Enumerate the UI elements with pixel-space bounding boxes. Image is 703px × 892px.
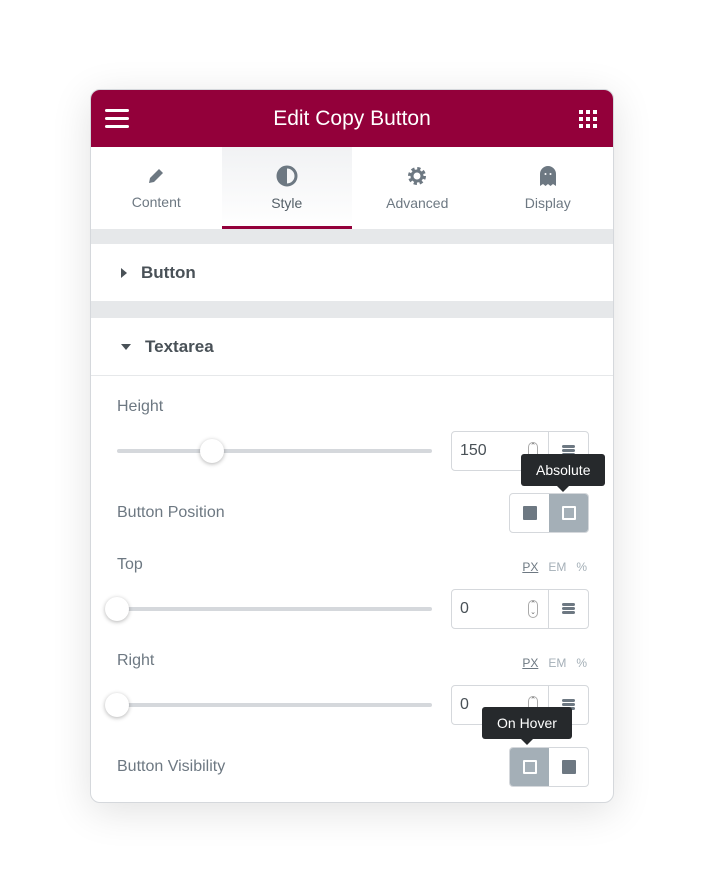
on-hover-option[interactable] xyxy=(510,748,549,786)
spinner-icon[interactable]: ⌃ ⌄ xyxy=(528,696,538,714)
half-circle-icon xyxy=(276,165,298,187)
unit-percent[interactable]: % xyxy=(576,560,587,574)
divider xyxy=(91,229,613,244)
tab-bar: Content Style Advanced Display xyxy=(91,147,613,229)
panel-header: Edit Copy Button xyxy=(91,90,613,147)
panel-title: Edit Copy Button xyxy=(273,106,431,130)
unit-px[interactable]: PX xyxy=(522,560,538,574)
unit-em[interactable]: EM xyxy=(548,560,566,574)
tab-label: Display xyxy=(524,195,571,211)
outline-square-icon xyxy=(561,506,576,520)
height-slider[interactable] xyxy=(117,439,432,463)
tab-advanced[interactable]: Advanced xyxy=(352,147,483,229)
tab-display[interactable]: Display xyxy=(483,147,614,229)
tab-label: Advanced xyxy=(386,195,449,211)
spinner-icon[interactable]: ⌃ ⌄ xyxy=(528,600,538,618)
section-button[interactable]: Button xyxy=(91,244,613,301)
top-slider[interactable] xyxy=(105,597,432,621)
top-value[interactable]: 0 xyxy=(460,600,469,617)
grid-icon[interactable] xyxy=(579,110,597,128)
unit-switcher: PX EM% xyxy=(522,656,587,670)
top-label: Top xyxy=(117,556,143,573)
spinner-icon[interactable]: ⌃ ⌄ xyxy=(528,442,538,460)
dynamic-tags-button[interactable] xyxy=(548,686,588,724)
editor-panel: Edit Copy Button Content Style Advanced … xyxy=(90,89,614,803)
visibility-choice xyxy=(509,747,589,787)
filled-square-icon xyxy=(522,506,537,520)
visibility-label: Button Visibility xyxy=(117,758,226,775)
tab-label: Style xyxy=(271,195,303,211)
always-option[interactable] xyxy=(549,748,588,786)
right-value[interactable]: 0 xyxy=(460,696,469,713)
unit-percent[interactable]: % xyxy=(576,656,587,670)
pencil-icon xyxy=(149,168,165,183)
tooltip: Absolute xyxy=(521,454,606,492)
gear-icon xyxy=(408,167,427,185)
database-icon xyxy=(562,445,575,457)
section-title: Button xyxy=(141,262,196,282)
database-icon xyxy=(562,603,575,615)
right-input[interactable]: 0 ⌃ ⌄ xyxy=(451,685,589,725)
slider-handle[interactable] xyxy=(105,597,129,621)
position-choice xyxy=(509,493,589,533)
unit-switcher: PX EM% xyxy=(522,560,587,574)
height-label: Height xyxy=(117,398,164,415)
position-label: Button Position xyxy=(117,504,225,521)
tooltip: On Hover xyxy=(482,707,572,745)
unit-em[interactable]: EM xyxy=(548,656,566,670)
height-input[interactable]: 150 ⌃ ⌄ xyxy=(451,431,589,471)
hamburger-icon[interactable] xyxy=(105,109,129,133)
section-title: Textarea xyxy=(145,336,214,356)
right-label: Right xyxy=(117,652,155,669)
caret-right-icon xyxy=(121,267,127,278)
tab-content[interactable]: Content xyxy=(91,147,222,229)
slider-handle[interactable] xyxy=(105,693,129,717)
section-textarea[interactable]: Textarea xyxy=(91,318,613,376)
dynamic-tags-button[interactable] xyxy=(548,432,588,470)
unit-px[interactable]: PX xyxy=(522,656,538,670)
height-value[interactable]: 150 xyxy=(460,442,487,459)
dynamic-tags-button[interactable] xyxy=(548,590,588,628)
tab-style[interactable]: Style xyxy=(221,147,352,229)
ghost-icon xyxy=(539,166,556,186)
tab-label: Content xyxy=(131,194,181,210)
filled-square-icon xyxy=(561,760,576,774)
right-slider[interactable] xyxy=(105,693,432,717)
static-option[interactable] xyxy=(510,494,549,532)
slider-handle[interactable] xyxy=(199,439,224,463)
divider xyxy=(91,301,613,318)
caret-down-icon xyxy=(121,343,131,350)
outline-square-icon xyxy=(522,760,537,774)
absolute-option[interactable] xyxy=(549,494,588,532)
top-input[interactable]: 0 ⌃ ⌄ xyxy=(451,589,589,629)
database-icon xyxy=(562,699,575,711)
